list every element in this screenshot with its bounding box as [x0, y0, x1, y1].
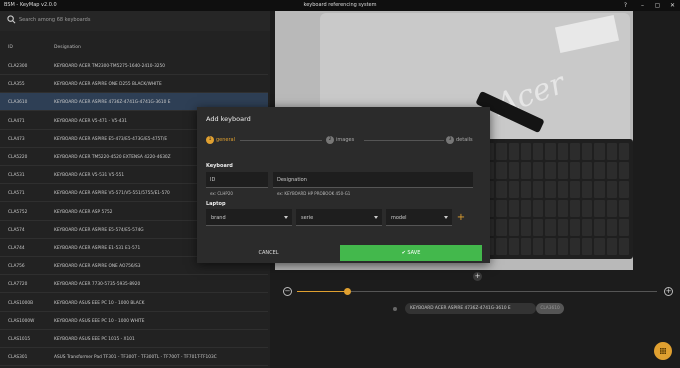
row-id: CLAS1015 [8, 337, 31, 342]
dialog-title: Add keyboard [206, 115, 251, 123]
row-designation: KEYBOARD ASUS EEE PC 10 - 1000 BLACK [54, 300, 145, 306]
brand-select[interactable]: brand [206, 209, 292, 226]
column-designation: Designation [54, 45, 81, 50]
row-designation: KEYBOARD ACER ASP 5752 [54, 209, 113, 215]
search-icon [7, 15, 16, 24]
table-row[interactable]: CLA2300 KEYBOARD ACER TM2300-TM5275-1640-… [0, 57, 268, 75]
row-id: CLAS1000B [8, 300, 34, 306]
step-images[interactable]: 2 images [326, 136, 354, 146]
zoom-in-button[interactable]: + [664, 287, 673, 296]
table-row[interactable]: CLA355 KEYBOARD ACER ASPIRE ONE D255 BLAC… [0, 75, 268, 94]
row-id: CLAS1000W [8, 318, 35, 324]
designation-field[interactable]: Designation [273, 172, 473, 188]
row-designation: KEYBOARD ACER ASPIRE ONE D255 BLACK/WHIT… [54, 82, 162, 88]
row-id: CLA574 [8, 227, 25, 233]
table-row[interactable]: CLAS301 ASUS Transformer Pad TF301 - TF30… [0, 348, 268, 367]
row-designation: KEYBOARD ASUS EEE PC 10 - 1000 WHITE [54, 318, 145, 324]
search-input[interactable]: Search among 68 keyboards [19, 17, 90, 23]
zoom-control: − + [283, 287, 673, 299]
add-keyboard-dialog: Add keyboard 1 general 2 images 3 details K… [197, 107, 490, 263]
search-bar[interactable]: Search among 68 keyboards [0, 11, 270, 31]
help-icon[interactable]: ? [621, 1, 630, 10]
cancel-button[interactable]: CANCEL [197, 245, 340, 261]
save-button[interactable]: ✔ SAVE [340, 245, 482, 261]
row-id: CLA355 [8, 82, 25, 88]
row-id: CLA7720 [8, 282, 28, 288]
row-designation: KEYBOARD ACER ASPIRE E5-473/E5-473G/E5-4… [54, 136, 168, 142]
close-button[interactable]: ✕ [668, 1, 677, 10]
add-laptop-button[interactable]: + [456, 213, 466, 223]
stepper: 1 general 2 images 3 details [206, 136, 483, 146]
chevron-down-icon [444, 216, 448, 219]
selected-keyboard-label: KEYBOARD ACER ASPIRE 4736Z-4741G-3610 E [405, 303, 536, 314]
row-designation: KEYBOARD ACER TM2300-TM5275-1640-2410-32… [54, 64, 166, 69]
table-row[interactable]: CLAS1015 KEYBOARD ASUS EEE PC 1015 - X101 [0, 330, 268, 348]
row-id: CLA471 [8, 118, 25, 124]
zoom-out-button[interactable]: − [283, 287, 292, 296]
row-designation: KEYBOARD ACER ASPIRE E5-574/E5-574G [54, 227, 144, 233]
chevron-down-icon [284, 216, 288, 219]
window-title: keyboard referencing system [303, 2, 377, 8]
row-designation: KEYBOARD ACER V5-531 V5-551 [54, 173, 125, 179]
model-select[interactable]: model [386, 209, 452, 226]
list-header: ID Designation [0, 41, 270, 55]
selected-keyboard-id: CLA3610 [536, 303, 564, 314]
row-id: CLA5752 [8, 209, 28, 215]
row-id: CLA531 [8, 173, 25, 179]
step-general[interactable]: 1 general [206, 136, 235, 146]
table-row[interactable]: CLAS1000B KEYBOARD ASUS EEE PC 10 - 1000 … [0, 294, 268, 312]
row-id: CLAS301 [8, 355, 28, 361]
row-id: CLA571 [8, 191, 25, 197]
row-designation: KEYBOARD ACER ASPIRE E1-531 E1-571 [54, 246, 141, 251]
zoom-slider-handle[interactable] [344, 288, 352, 295]
serie-select[interactable]: serie [296, 209, 382, 226]
id-hint: ex: CLHP20 [210, 191, 233, 196]
chevron-down-icon [374, 216, 378, 219]
app-window: BSM - KeyMap v2.0.0 keyboard referencing… [0, 0, 680, 368]
row-id: CLA744 [8, 246, 25, 251]
row-designation: ASUS Transformer Pad TF301 - TF300T - TF… [54, 355, 217, 361]
row-id: CLA756 [8, 264, 25, 270]
title-bar: BSM - KeyMap v2.0.0 keyboard referencing… [0, 0, 680, 11]
laptop-section-title: Laptop [206, 201, 226, 207]
row-designation: KEYBOARD ACER 7730-5735-5935-8920 [54, 282, 141, 288]
row-designation: KEYBOARD ACER ASPIRE V5-571/V5-551/5755/… [54, 191, 170, 197]
column-id: ID [8, 45, 13, 50]
menu-fab-button[interactable] [654, 342, 672, 360]
row-designation: KEYBOARD ACER TM5220-4520 EXTENSA 4220-4… [54, 155, 171, 160]
id-field[interactable]: ID [206, 172, 268, 188]
row-id: CLA2300 [8, 64, 28, 69]
zoom-slider-fill [297, 291, 348, 292]
row-designation: KEYBOARD ASUS EEE PC 1015 - X101 [54, 337, 135, 342]
grid-icon [660, 348, 666, 354]
designation-hint: ex: KEYBOARD HP PROBOOK 450-G1 [277, 191, 351, 196]
table-row[interactable]: CLAS1000W KEYBOARD ASUS EEE PC 10 - 1000 … [0, 312, 268, 330]
row-designation: KEYBOARD ACER ASPIRE 4736Z-4741G-4741G-3… [54, 100, 171, 106]
row-designation: KEYBOARD ACER ASPIRE ONE AO756/S3 [54, 264, 141, 270]
row-id: CLA473 [8, 136, 25, 142]
row-id: CLA3610 [8, 100, 28, 106]
step-details[interactable]: 3 details [446, 136, 473, 146]
maximize-button[interactable]: ▢ [653, 1, 662, 10]
keyboard-section-title: Keyboard [206, 163, 233, 169]
row-id: CLA5220 [8, 155, 28, 160]
add-image-button[interactable]: + [473, 272, 482, 281]
minimize-button[interactable]: – [638, 1, 647, 10]
row-designation: KEYBOARD ACER V5-471 - V5-431 [54, 118, 127, 124]
table-row[interactable]: CLA7720 KEYBOARD ACER 7730-5735-5935-8920 [0, 275, 268, 294]
